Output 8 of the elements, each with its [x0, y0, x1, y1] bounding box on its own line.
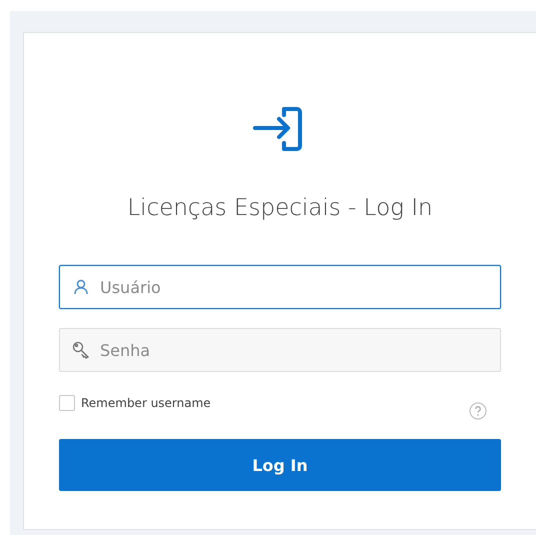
remember-label: Remember username [81, 396, 211, 410]
help-icon[interactable] [469, 402, 487, 420]
login-title: Licenças Especiais - Log In [127, 195, 433, 221]
sign-in-icon [252, 105, 304, 153]
username-field[interactable]: Usuário [59, 265, 501, 309]
login-button[interactable]: Log In [59, 439, 501, 491]
remember-checkbox[interactable] [59, 395, 75, 411]
password-field[interactable]: Senha [59, 328, 501, 372]
